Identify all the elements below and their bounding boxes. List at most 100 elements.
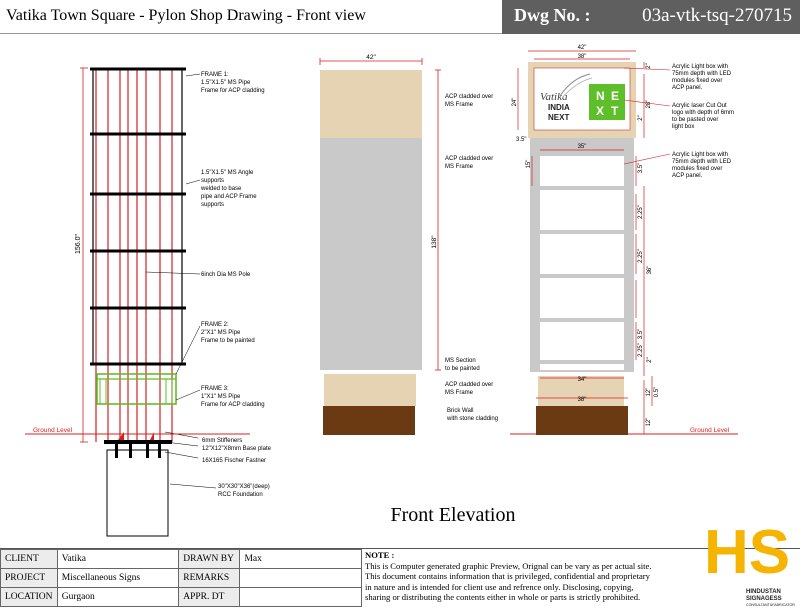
note-acp-mid-l2: MS Frame — [445, 164, 474, 170]
note-lightbox2-l3: modules fixed over — [672, 166, 722, 172]
note-ms-l1: MS Section — [445, 358, 476, 364]
note-baseplate: 12"X12"X8mm Base plate — [202, 446, 272, 452]
next-logo-box — [589, 84, 625, 120]
dim-38b: 38" — [578, 397, 587, 403]
dim-42: 42" — [578, 45, 587, 51]
drawing-title: Vatika Town Square - Pylon Shop Drawing … — [6, 7, 366, 24]
note-fastner: 16X165 Fischer Fastner — [202, 458, 266, 464]
note-brick-l1: Brick Wall — [447, 408, 473, 414]
note-foundation-l2: RCC Foundation — [218, 492, 263, 498]
note-lightbox1-l1: Acrylic Light box with — [672, 64, 728, 70]
note-laser-l1: Acrylic laser Cut Out — [672, 103, 727, 109]
dwg-number-area: Dwg No. : 03a-vtk-tsq-270715 — [502, 0, 800, 34]
note-frame2-l3: Frame to be painted — [201, 338, 255, 344]
note-angle-l2: supports — [201, 178, 224, 184]
logo-box-x: X — [596, 104, 604, 118]
drawing-canvas: 156.0" FRAME 1: 1.5"X1.5" MS Pipe Frame … — [25, 45, 738, 537]
ground-label-right: Ground Level — [690, 427, 730, 434]
note-pole: 6inch Dia MS Pole — [201, 272, 251, 278]
dim-2c: 2" — [647, 357, 653, 362]
company-sub: SIGNAGESS — [746, 596, 782, 602]
disclaimer-note: NOTE : This is Computer generated graphi… — [365, 550, 697, 606]
note-line-4: sharing or distributing the contents eit… — [365, 592, 641, 602]
dim-28: 28" — [646, 100, 652, 109]
note-brick-l2: with stone cladding — [446, 416, 498, 422]
note-angle-l1: 1.5"X1.5" MS Angle — [201, 170, 254, 176]
dim-24: 24" — [512, 98, 518, 107]
dim-3-5c: 3.5" — [638, 329, 644, 339]
dim-3-5: 3.5" — [516, 137, 526, 143]
company-name: HINDUSTAN — [746, 589, 781, 595]
note-laser-l4: light box — [672, 124, 694, 130]
dim-12: 12" — [646, 388, 652, 397]
dim-12b: 12" — [646, 418, 652, 427]
dim-0-5: 0.5" — [654, 387, 660, 397]
project-value: Miscellaneous Signs — [56, 568, 180, 588]
left-height-dim: 156.0" — [75, 233, 82, 254]
client-label: CLIENT — [0, 549, 58, 569]
note-frame3-l1: FRAME 3: — [201, 386, 229, 392]
note-ms-l2: to be painted — [445, 366, 480, 372]
dim-2b: 2" — [638, 115, 644, 120]
note-frame2-l1: FRAME 2: — [201, 322, 229, 328]
dim-2a: 2" — [646, 63, 652, 68]
note-frame2-l2: 2"X1" MS Pipe — [201, 330, 241, 336]
note-frame1-l2: 1.5"X1.5" MS Pipe — [201, 80, 251, 86]
dim-2-25c: 2.25" — [638, 343, 644, 357]
note-angle-l5: supports — [201, 202, 224, 208]
note-acp-bot-l2: MS Frame — [445, 390, 474, 396]
note-lightbox2-l2: 75mm depth with LED — [672, 159, 732, 165]
location-value: Gurgaon — [56, 587, 180, 607]
dwg-number: 03a-vtk-tsq-270715 — [642, 5, 792, 26]
logo-india: INDIA — [548, 103, 570, 112]
note-line-1: This is Computer generated graphic Previ… — [365, 560, 652, 571]
note-acp-top-l2: MS Frame — [445, 102, 474, 108]
project-info-table: CLIENT Vatika DRAWN BY Max PROJECT Misce… — [0, 549, 362, 607]
note-angle-l4: pipe and ACP Frame — [201, 194, 257, 200]
middle-elevation: 42" 138" — [319, 54, 441, 435]
note-acp-mid-l1: ACP cladded over — [445, 156, 493, 162]
logo-letters: HS — [704, 518, 790, 587]
title-block: CLIENT Vatika DRAWN BY Max PROJECT Misce… — [0, 518, 800, 607]
dim-36: 36" — [647, 266, 653, 275]
note-angle-l3: welded to base — [200, 186, 242, 192]
dim-35: 35" — [578, 144, 587, 150]
appr-label: APPR. DT — [178, 587, 241, 607]
note-frame1-l1: FRAME 1: — [201, 72, 229, 78]
dim-38: 38" — [578, 54, 587, 60]
right-notes: Acrylic Light box with 75mm depth with L… — [672, 64, 734, 179]
logo-vatika: Vatika — [540, 91, 568, 103]
note-line-2: This document contains information that … — [365, 571, 650, 581]
note-acp-bot-l1: ACP cladded over — [445, 382, 493, 388]
title-bar: Vatika Town Square - Pylon Shop Drawing … — [0, 0, 800, 34]
note-stiffeners: 6mm Stiffeners — [202, 438, 242, 444]
logo-next: NEXT — [548, 113, 569, 122]
remarks-value — [239, 568, 362, 588]
middle-width-dim: 42" — [366, 54, 376, 61]
logo-box-t: T — [611, 104, 619, 118]
note-frame3-l2: 1"X1" MS Pipe — [201, 394, 241, 400]
middle-height-dim: 138" — [431, 235, 438, 249]
note-frame3-l3: Frame for ACP cladding — [201, 402, 265, 408]
note-heading: NOTE : — [365, 550, 395, 560]
right-elevation: Vatika INDIA NEXT N E X T 42" 38" 35" 34… — [512, 45, 660, 435]
title-area: Vatika Town Square - Pylon Shop Drawing … — [0, 0, 502, 34]
ground-label-left: Ground Level — [33, 427, 73, 434]
client-value: Vatika — [56, 549, 180, 569]
dwg-label: Dwg No. : — [514, 5, 591, 25]
note-lightbox1-l3: modules fixed over — [672, 78, 722, 84]
logo-box-n: N — [596, 89, 605, 103]
dim-15: 15" — [526, 160, 532, 169]
dim-2-25a: 2.25" — [638, 205, 644, 219]
note-lightbox1-l2: 75mm depth with LED — [672, 71, 732, 77]
note-foundation-l1: 30"X30"X36"(deep) — [218, 484, 270, 490]
appr-value — [239, 587, 362, 607]
company-logo: HS HINDUSTAN SIGNAGESS CONSULTANT&FABRIC… — [704, 518, 795, 607]
project-label: PROJECT — [0, 568, 58, 588]
middle-notes: ACP cladded over MS Frame ACP cladded ov… — [445, 94, 498, 422]
front-elevation-caption: Front Elevation — [391, 504, 516, 526]
note-laser-l2: logo with depth of 6mm — [672, 110, 734, 116]
location-label: LOCATION — [0, 587, 58, 607]
note-lightbox2-l1: Acrylic Light box with — [672, 152, 728, 158]
dim-34: 34" — [578, 377, 587, 383]
